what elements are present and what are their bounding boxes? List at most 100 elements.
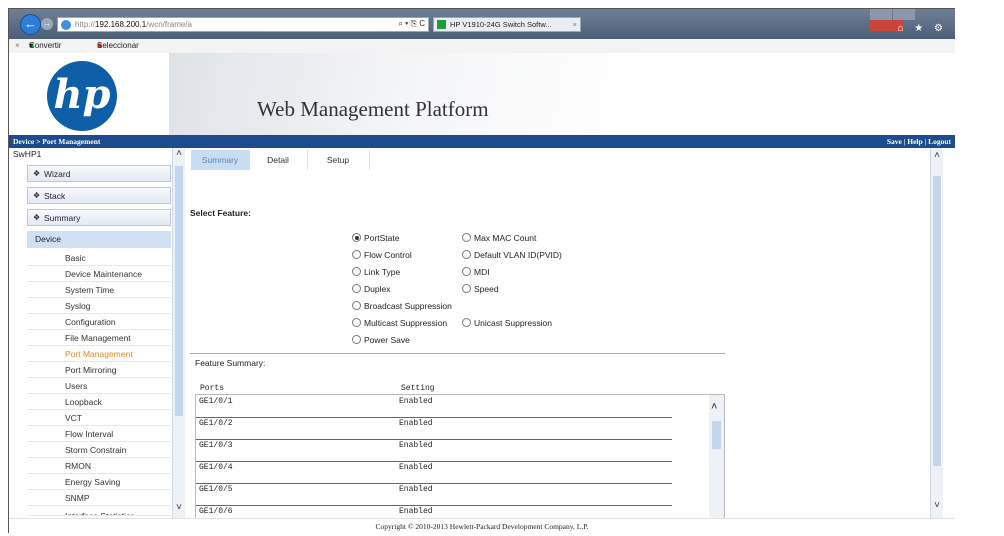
option-multicast-suppression[interactable]: Multicast Suppression [352,318,447,328]
tab-setup[interactable]: Setup [307,150,370,170]
minimize-button[interactable] [870,9,892,20]
sidebar-item-energy-saving[interactable]: Energy Saving [27,474,171,490]
sidebar-item-system-time[interactable]: System Time [27,282,171,298]
radio-selected-icon[interactable] [352,233,361,242]
option-flow-control[interactable]: Flow Control [352,250,412,260]
main-scroll-thumb[interactable] [933,176,941,466]
sidebar-item-storm-constrain[interactable]: Storm Constrain [27,442,171,458]
sidebar-group-device[interactable]: Device [27,231,171,248]
sidebar-item-port-management[interactable]: Port Management [27,346,171,362]
option-mdi[interactable]: MDI [462,267,490,277]
radio-icon[interactable] [462,318,471,327]
sidebar-scrollbar[interactable]: ˄ ˅ [172,148,185,518]
column-header-ports: Ports [200,384,225,393]
option-portstate[interactable]: PortState [352,233,399,243]
sidebar-scroll-thumb[interactable] [175,166,183,416]
radio-icon[interactable] [352,284,361,293]
sidebar-item-basic[interactable]: Basic [27,250,171,266]
forward-button[interactable]: → [41,18,53,30]
feature-summary-table: GE1/0/1 Enabled GE1/0/2 Enabled GE1/0/3 Ena… [195,394,725,518]
radio-icon[interactable] [462,250,471,259]
back-button[interactable]: ← [20,14,41,35]
option-label: Power Save [364,335,410,345]
save-help-logout-links[interactable]: Save | Help | Logout [887,135,951,148]
browser-tab[interactable]: HP V1910-24G Switch Softw... × [433,17,581,32]
scroll-up-icon[interactable]: ˄ [931,150,943,161]
address-url: http://192.168.200.1/wcn/frame/a [75,20,192,29]
sidebar-item-port-mirroring[interactable]: Port Mirroring [27,362,171,378]
convert-label: Convertir [29,41,62,50]
feature-summary-label: Feature Summary: [195,358,266,368]
sidebar-group-label: Summary [44,213,81,223]
port-cell: GE1/0/2 [199,419,233,428]
sidebar-item-users[interactable]: Users [27,378,171,394]
setting-cell: Enabled [399,485,433,494]
scroll-up-icon[interactable]: ˄ [173,148,185,159]
command-bar: × ■ Convertir ▾ ■ Seleccionar [9,39,955,54]
sidebar-group-label: Wizard [44,169,71,179]
sidebar-group-summary[interactable]: ❖ Summary [27,209,171,226]
sidebar-item-rmon[interactable]: RMON [27,458,171,474]
toolbar-close-icon[interactable]: × [15,39,20,53]
radio-icon[interactable] [352,335,361,344]
radio-icon[interactable] [352,318,361,327]
option-label: Broadcast Suppression [364,301,452,311]
hp-logo: hp [47,61,117,131]
address-tools-icons[interactable]: ⌕ ▾ ⎘ C [398,19,425,29]
radio-icon[interactable] [462,267,471,276]
option-label: Default VLAN ID(PVID) [474,250,562,260]
address-bar[interactable]: http://192.168.200.1/wcn/frame/a ⌕ ▾ ⎘ C [57,17,429,32]
scroll-down-icon[interactable]: ˅ [173,502,185,513]
option-max-mac-count[interactable]: Max MAC Count [462,233,536,243]
sidebar-item-loopback[interactable]: Loopback [27,394,171,410]
option-default-vlan-id[interactable]: Default VLAN ID(PVID) [462,250,562,260]
sidebar-item-flow-interval[interactable]: Flow Interval [27,426,171,442]
table-scroll-thumb[interactable] [712,421,721,449]
option-broadcast-suppression[interactable]: Broadcast Suppression [352,301,452,311]
radio-icon[interactable] [462,284,471,293]
column-header-setting: Setting [401,384,435,393]
sidebar-group-wizard[interactable]: ❖ Wizard [27,165,171,182]
tab-summary[interactable]: Summary [191,150,250,170]
select-feature-label: Select Feature: [190,208,251,218]
sidebar-item-snmp[interactable]: SNMP [27,490,171,506]
radio-icon[interactable] [352,250,361,259]
option-duplex[interactable]: Duplex [352,284,390,294]
sidebar-item-file-management[interactable]: File Management [27,330,171,346]
sidebar-item-configuration[interactable]: Configuration [27,314,171,330]
maximize-button[interactable] [893,9,915,20]
table-scrollbar[interactable]: ˄ [709,395,724,518]
option-speed[interactable]: Speed [462,284,499,294]
setting-cell: Enabled [399,441,433,450]
option-label: Multicast Suppression [364,318,448,328]
divider [190,353,725,354]
header-background [169,53,955,135]
window-controls [869,9,947,31]
option-unicast-suppression[interactable]: Unicast Suppression [462,318,552,328]
port-cell: GE1/0/4 [199,463,233,472]
main-content: Summary Detail Setup Select Feature: Por… [185,148,955,518]
tab-close-icon[interactable]: × [573,18,577,31]
option-label: Unicast Suppression [474,318,552,328]
sidebar: SwHP1 ❖ Wizard ❖ Stack ❖ Summary Device Bas… [9,148,185,518]
home-favorites-settings-icons[interactable]: ⌂ ★ ⚙ [897,23,947,34]
setting-cell: Enabled [399,507,433,516]
scroll-up-icon[interactable]: ˄ [711,401,717,413]
diamond-icon: ❖ [33,191,41,200]
table-row: GE1/0/5 Enabled [196,483,672,506]
radio-icon[interactable] [352,267,361,276]
sidebar-group-stack[interactable]: ❖ Stack [27,187,171,204]
port-cell: GE1/0/1 [199,397,233,406]
sidebar-item-interface-statistics[interactable]: Interface Statistics [27,508,171,516]
sidebar-item-vct[interactable]: VCT [27,410,171,426]
scroll-down-icon[interactable]: ˅ [931,500,943,511]
sidebar-item-device-maintenance[interactable]: Device Maintenance [27,266,171,282]
table-row: GE1/0/1 Enabled [196,395,672,418]
main-scrollbar[interactable]: ˄ ˅ [930,148,943,518]
sidebar-item-syslog[interactable]: Syslog [27,298,171,314]
option-power-save[interactable]: Power Save [352,335,410,345]
radio-icon[interactable] [462,233,471,242]
radio-icon[interactable] [352,301,361,310]
option-link-type[interactable]: Link Type [352,267,400,277]
tab-detail[interactable]: Detail [249,150,308,170]
